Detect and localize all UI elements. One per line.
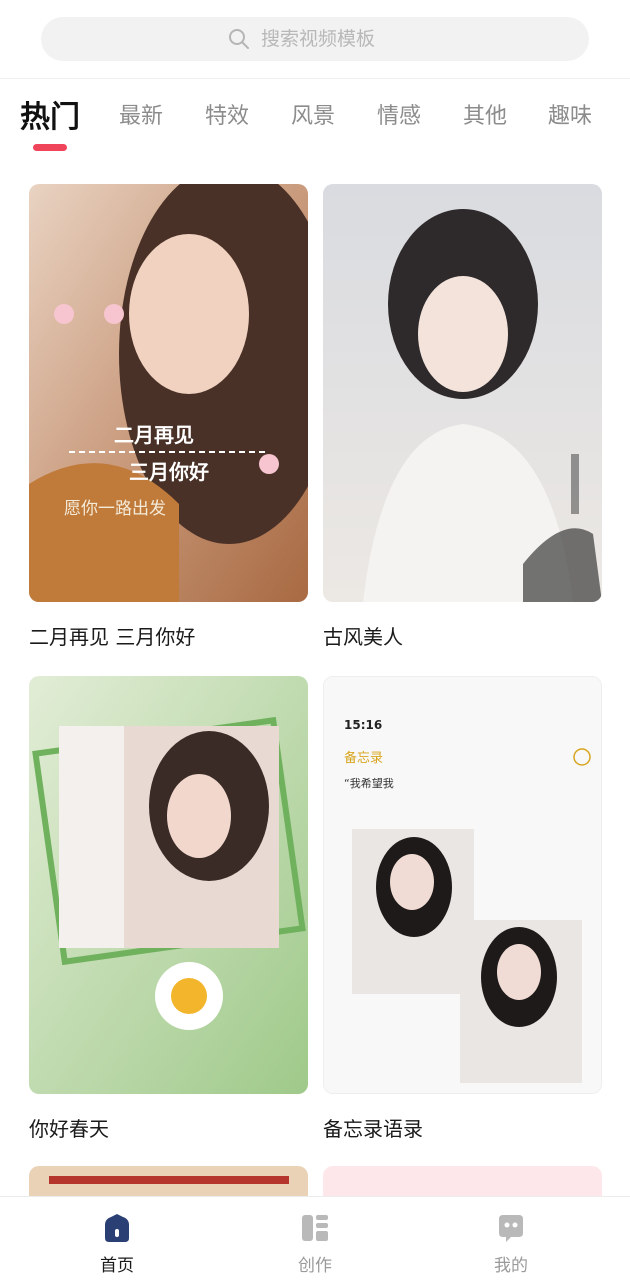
home-icon [105,1214,129,1242]
card-title: 你好春天 [29,1117,109,1141]
search-area [0,0,630,79]
nav-profile-label: 我的 [494,1256,528,1276]
overlay-line2: 三月你好 [129,460,209,484]
search-input[interactable] [259,27,403,51]
tab-fun[interactable]: 趣味 [548,98,592,130]
tab-scenery[interactable]: 风景 [291,98,335,130]
memo-time: 15:16 [344,718,382,732]
bottom-navigation: 首页 创作 我的 [0,1196,630,1281]
create-icon [302,1215,328,1241]
search-bar[interactable] [41,17,589,61]
card-title: 备忘录语录 [323,1117,423,1141]
search-icon [229,29,249,49]
overlay-line1: 二月再见 [114,423,194,447]
category-tabs: 热门 最新 特效 风景 情感 其他 趣味 [0,92,630,156]
nav-create-label: 创作 [298,1256,332,1276]
profile-icon [499,1215,523,1242]
memo-back: 备忘录 [344,750,383,766]
memo-quote: “我希望我 [344,776,394,790]
template-thumbnail[interactable] [29,676,308,1094]
tab-effects[interactable]: 特效 [205,98,249,130]
card-title: 古风美人 [323,625,403,649]
template-thumbnail[interactable]: 15:16 备忘录 “我希望我 [323,676,602,1094]
tab-hot[interactable]: 热门 [20,92,80,136]
nav-create[interactable]: 创作 [255,1211,375,1276]
nav-profile[interactable]: 我的 [451,1211,571,1276]
card-title: 二月再见 三月你好 [29,625,196,649]
nav-home[interactable]: 首页 [57,1211,177,1276]
tab-emotion[interactable]: 情感 [377,98,421,130]
active-tab-indicator [33,144,67,151]
portrait-image: 二月再见 三月你好 愿你一路出发 [29,184,308,602]
portrait-image [323,184,602,602]
template-thumbnail[interactable]: 二月再见 三月你好 愿你一路出发 [29,184,308,602]
memo-preview-image: 15:16 备忘录 “我希望我 [324,677,601,1093]
overlay-line3: 愿你一路出发 [64,499,166,519]
template-thumbnail[interactable] [323,184,602,602]
tab-latest[interactable]: 最新 [119,98,163,130]
nav-home-label: 首页 [100,1256,134,1276]
portrait-image [29,676,308,1094]
tab-other[interactable]: 其他 [463,98,507,130]
